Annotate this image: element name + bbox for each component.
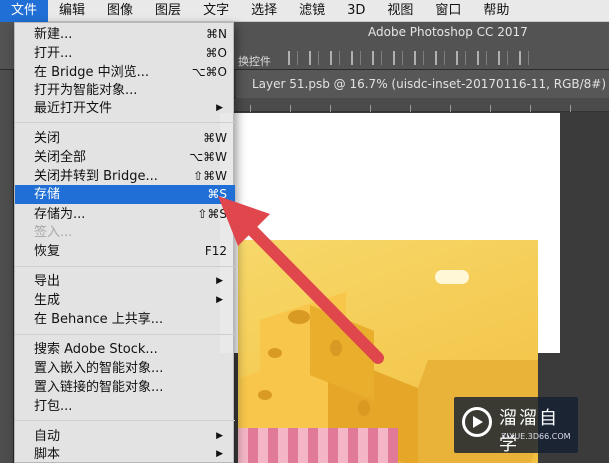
submenu-arrow-icon: ▶ bbox=[216, 431, 223, 441]
menu-item-generate[interactable]: 生成 ▶ bbox=[15, 291, 235, 310]
distribute-icon[interactable] bbox=[519, 51, 529, 65]
menu-file[interactable]: 文件 bbox=[0, 0, 49, 22]
align-left-icon[interactable] bbox=[288, 51, 298, 65]
menu-image[interactable]: 图像 bbox=[96, 0, 144, 22]
menu-item-automate[interactable]: 自动 ▶ bbox=[15, 427, 235, 446]
distribute-icon[interactable] bbox=[414, 51, 424, 65]
menu-item-open[interactable]: 打开... ⌘O bbox=[15, 44, 235, 63]
menu-item-close[interactable]: 关闭 ⌘W bbox=[15, 129, 235, 148]
submenu-arrow-icon: ▶ bbox=[216, 449, 223, 459]
cloud-shape bbox=[435, 270, 469, 284]
align-buttons bbox=[288, 51, 529, 65]
menu-view[interactable]: 视图 bbox=[376, 0, 424, 22]
document-tab[interactable]: Layer 51.psb @ 16.7% (uisdc-inset-201701… bbox=[236, 70, 609, 98]
menu-item-place-linked[interactable]: 置入链接的智能对象... bbox=[15, 378, 235, 397]
menu-help[interactable]: 帮助 bbox=[472, 0, 520, 22]
distribute-icon[interactable] bbox=[477, 51, 487, 65]
menu-item-search-stock[interactable]: 搜索 Adobe Stock... bbox=[15, 340, 235, 359]
menu-separator bbox=[15, 420, 235, 421]
watermark-name: 溜溜自学 bbox=[499, 408, 559, 455]
menu-item-place-embedded[interactable]: 置入嵌入的智能对象... bbox=[15, 359, 235, 378]
menu-item-browse-bridge[interactable]: 在 Bridge 中浏览... ⌥⌘O bbox=[15, 63, 235, 82]
menu-item-check-in: 签入... bbox=[34, 225, 73, 240]
menu-separator bbox=[15, 266, 235, 267]
tools-panel[interactable] bbox=[0, 70, 14, 463]
menu-item-save[interactable]: 存储 ⌘S bbox=[15, 185, 235, 204]
menu-item-open-smart-object[interactable]: 打开为智能对象... bbox=[15, 81, 235, 100]
menu-3d[interactable]: 3D bbox=[336, 0, 376, 22]
align-center-icon[interactable] bbox=[309, 51, 319, 65]
menu-separator bbox=[15, 122, 235, 123]
watermark: 溜溜自学 ZIXUE.3D66.COM bbox=[454, 397, 578, 455]
menu-item-share-behance[interactable]: 在 Behance 上共享... bbox=[15, 310, 235, 329]
transform-controls-label[interactable]: 换控件 bbox=[238, 53, 271, 69]
menu-bar: 文件 编辑 图像 图层 文字 选择 滤镜 3D 视图 窗口 帮助 bbox=[0, 0, 609, 22]
distribute-icon[interactable] bbox=[435, 51, 445, 65]
menu-item-package[interactable]: 打包... bbox=[15, 397, 235, 416]
menu-item-recent-files[interactable]: 最近打开文件 ▶ bbox=[15, 99, 235, 118]
menu-select[interactable]: 选择 bbox=[240, 0, 288, 22]
menu-item-scripts[interactable]: 脚本 ▶ bbox=[15, 445, 235, 463]
menu-type[interactable]: 文字 bbox=[192, 0, 240, 22]
align-right-icon[interactable] bbox=[330, 51, 340, 65]
menu-separator bbox=[15, 334, 235, 335]
file-menu: 新建... ⌘N 打开... ⌘O 在 Bridge 中浏览... ⌥⌘O 打开为智能… bbox=[14, 22, 235, 463]
submenu-arrow-icon: ▶ bbox=[216, 103, 223, 113]
play-logo-icon bbox=[462, 407, 492, 437]
menu-layer[interactable]: 图层 bbox=[144, 0, 192, 22]
submenu-arrow-icon: ▶ bbox=[216, 276, 223, 286]
menu-item-export[interactable]: 导出 ▶ bbox=[15, 272, 235, 291]
menu-item-revert[interactable]: 恢复 F12 bbox=[15, 242, 235, 261]
menu-item-save-as[interactable]: 存储为... ⇧⌘S bbox=[15, 205, 235, 224]
menu-filter[interactable]: 滤镜 bbox=[288, 0, 336, 22]
align-bottom-icon[interactable] bbox=[393, 51, 403, 65]
menu-window[interactable]: 窗口 bbox=[424, 0, 472, 22]
menu-item-close-all[interactable]: 关闭全部 ⌥⌘W bbox=[15, 148, 235, 167]
app-title: Adobe Photoshop CC 2017 bbox=[368, 25, 528, 39]
submenu-arrow-icon: ▶ bbox=[216, 295, 223, 305]
align-top-icon[interactable] bbox=[351, 51, 361, 65]
menu-edit[interactable]: 编辑 bbox=[48, 0, 96, 22]
align-middle-icon[interactable] bbox=[372, 51, 382, 65]
distribute-icon[interactable] bbox=[456, 51, 466, 65]
menu-item-new[interactable]: 新建... ⌘N bbox=[15, 25, 235, 44]
menu-item-close-go-bridge[interactable]: 关闭并转到 Bridge... ⇧⌘W bbox=[15, 167, 235, 186]
watermark-url: ZIXUE.3D66.COM bbox=[501, 432, 571, 441]
distribute-icon[interactable] bbox=[498, 51, 508, 65]
